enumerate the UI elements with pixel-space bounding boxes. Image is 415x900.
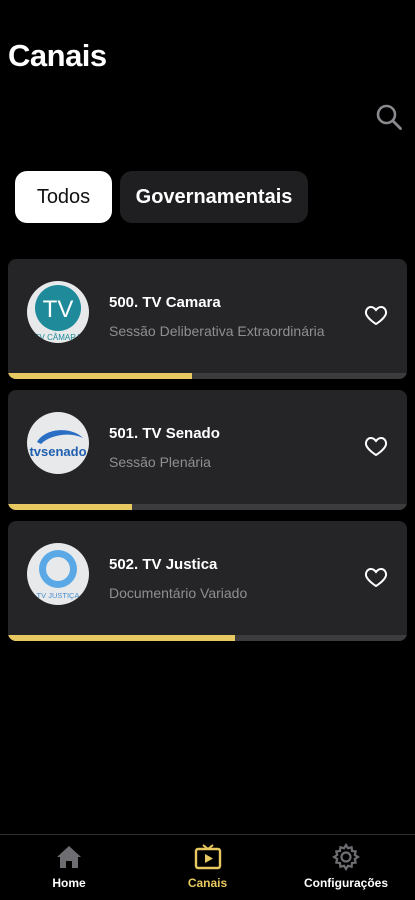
- channel-logo-text: TV CÂMARA: [35, 333, 82, 342]
- gear-icon[interactable]: [332, 843, 360, 871]
- channel-logo: tvsenado: [27, 412, 89, 474]
- search-button[interactable]: [372, 100, 406, 134]
- home-icon[interactable]: [56, 844, 82, 870]
- filter-chips: Todos Governamentais: [15, 171, 308, 223]
- tv-play-icon[interactable]: [194, 843, 222, 871]
- heart-icon[interactable]: [364, 565, 388, 589]
- nav-label: Home: [52, 876, 86, 890]
- channel-logo-text: TV JUSTIÇA: [37, 591, 80, 600]
- channel-program: Sessão Plenária: [109, 454, 211, 470]
- channel-logo: TV JUSTIÇA: [27, 543, 89, 605]
- nav-label: Canais: [187, 876, 228, 890]
- filter-chip-governamentais[interactable]: Governamentais: [120, 171, 308, 223]
- channel-card[interactable]: tvsenado 501. TV Senado Sessão Plenária: [8, 390, 407, 510]
- progress-fill: [8, 373, 192, 379]
- channel-program: Sessão Deliberativa Extraordinária: [109, 323, 325, 339]
- progress-fill: [8, 504, 132, 510]
- filter-chip-todos[interactable]: Todos: [15, 171, 112, 223]
- heart-icon[interactable]: [364, 303, 388, 327]
- page-title: Canais: [8, 38, 107, 73]
- channel-program: Documentário Variado: [109, 585, 248, 601]
- nav-item-home[interactable]: Home: [0, 835, 138, 900]
- channel-name: 502. TV Justica: [109, 556, 218, 573]
- progress-bar: [8, 373, 407, 379]
- search-icon[interactable]: [375, 103, 403, 131]
- nav-label: Configurações: [303, 876, 388, 890]
- nav-item-canais[interactable]: Canais: [139, 835, 277, 900]
- channel-list: TV TV CÂMARA 500. TV Camara Sessão Delib…: [8, 259, 407, 652]
- channel-logo: TV TV CÂMARA: [27, 281, 89, 343]
- nav-item-configuracoes[interactable]: Configurações: [277, 835, 415, 900]
- bottom-nav: Home Canais Configurações: [0, 834, 415, 900]
- progress-bar: [8, 635, 407, 641]
- channel-name: 501. TV Senado: [109, 425, 220, 442]
- channel-logo-text: tvsenado: [29, 444, 86, 459]
- heart-icon[interactable]: [364, 434, 388, 458]
- channel-name: 500. TV Camara: [109, 294, 221, 311]
- channel-card[interactable]: TV TV CÂMARA 500. TV Camara Sessão Delib…: [8, 259, 407, 379]
- channel-card[interactable]: TV JUSTIÇA 502. TV Justica Documentário …: [8, 521, 407, 641]
- svg-text:TV: TV: [43, 296, 74, 323]
- progress-bar: [8, 504, 407, 510]
- progress-fill: [8, 635, 236, 641]
